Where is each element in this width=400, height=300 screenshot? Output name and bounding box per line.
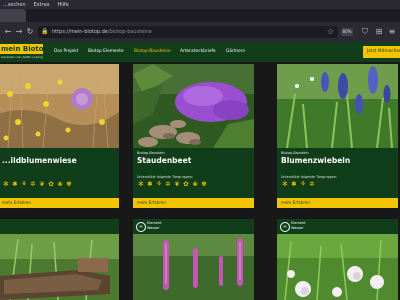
card-element-wasser-2[interactable]: ≈ Element Wasser [277, 219, 398, 300]
menu-icon[interactable]: ≡ [387, 27, 397, 37]
caterpillar-icon: ❀ [57, 180, 63, 188]
site-tagline: Gestalten des NABU Leipzig [1, 55, 43, 59]
bug-icon: ✱ [147, 180, 153, 188]
card-category: Biotop-Baustein [137, 151, 165, 155]
menu-item-help[interactable]: Hilfe [57, 2, 68, 8]
more-link[interactable]: mehr Erfahren [277, 198, 398, 208]
card-photo-meadow [0, 64, 119, 148]
nav-gaertnern[interactable]: Gärtnern [226, 48, 245, 56]
caterpillar-icon: ❀ [192, 180, 198, 188]
bee-icon: ✻ [282, 180, 288, 188]
menu-item-extras[interactable]: Extras [34, 2, 50, 8]
card-header: ≈ Element Wasser [133, 219, 254, 234]
menu-item-view[interactable]: ...sechen [3, 2, 26, 8]
navigation-toolbar: ← → ↻ 🔒 https://mein-biotop.de/biotop-ba… [0, 22, 400, 43]
beetle-icon: ✲ [30, 180, 36, 188]
hedgehog-icon: ✿ [48, 180, 54, 188]
card-wildblumenwiese[interactable]: ...ildblumenwiese ✻ ✱ ⚘ ✲ ❦ ✿ ❀ ✾ mehr Erfah… [0, 64, 119, 208]
bug-icon: ✱ [12, 180, 18, 188]
card-photo-perennial-bed [133, 64, 254, 148]
card-photo-pond [0, 234, 119, 300]
species-icons: ✻ ✱ ⚘ ✲ ❦ ✿ ❀ ✾ [137, 180, 208, 189]
card-subtitle: Unterstützt folgende Tiergruppen: [137, 175, 194, 179]
beetle-icon: ✲ [165, 180, 171, 188]
url-text[interactable]: https://mein-biotop.de/biotop-bausteine [52, 26, 152, 38]
bee-icon: ✻ [138, 180, 144, 188]
nav-artensteckbriefe[interactable]: Artensteckbriefe [180, 48, 216, 56]
more-link[interactable]: mehr Erfahren [133, 198, 254, 208]
card-element-wasser-1[interactable]: ≈ Element Wasser [133, 219, 254, 300]
water-drop-icon: ≈ [280, 222, 290, 232]
url-bar[interactable]: 🔒 https://mein-biotop.de/biotop-baustein… [38, 26, 338, 38]
snail-icon: ✾ [66, 180, 72, 188]
tab-strip [0, 9, 400, 22]
site-header: mein Biotop Gestalten des NABU Leipzig D… [0, 42, 400, 62]
card-category: Biotop-Baustein [281, 151, 309, 155]
card-title: ...ildblumenwiese [2, 156, 77, 165]
card-row2-1[interactable] [0, 219, 119, 300]
card-subtitle: Unterstützt folgende Tiergruppen: [281, 175, 338, 179]
butterfly-icon: ⚘ [156, 180, 162, 188]
join-button[interactable]: Jetzt Mitmachen [363, 46, 400, 58]
tab-active[interactable] [0, 9, 26, 22]
card-blumenzwiebeln[interactable]: Biotop-Baustein Blumenzwiebeln Unterstüt… [277, 64, 398, 208]
zoom-level[interactable]: 80% [341, 28, 353, 36]
shield-icon[interactable]: ⛉ [360, 27, 370, 37]
card-photo-wild-garlic [277, 234, 398, 300]
card-header: ≈ Element Wasser [277, 219, 398, 234]
lock-icon: 🔒 [41, 28, 49, 35]
beetle-icon: ✲ [309, 180, 315, 188]
badge-label: Element Wasser [291, 221, 306, 230]
bug-icon: ✱ [291, 180, 297, 188]
species-icons: ✻ ✱ ⚘ ✲ [281, 180, 316, 189]
more-link[interactable]: mehr Erfahren [0, 198, 119, 208]
butterfly-icon: ⚘ [21, 180, 27, 188]
menu-bar: ...sechen Extras Hilfe [0, 0, 400, 9]
snail-icon: ✾ [201, 180, 207, 188]
card-photo-loosestrife [133, 234, 254, 300]
bookmark-star-icon[interactable]: ☆ [327, 27, 334, 37]
extensions-icon[interactable]: ⊞ [374, 27, 384, 37]
nav-das-projekt[interactable]: Das Projekt [54, 48, 78, 56]
content-grid: ...ildblumenwiese ✻ ✱ ⚘ ✲ ❦ ✿ ❀ ✾ mehr Erfah… [0, 62, 400, 300]
nav-biotop-bausteine[interactable]: Biotop-Bausteine [134, 48, 171, 56]
bird-icon: ❦ [39, 180, 45, 188]
bee-icon: ✻ [3, 180, 9, 188]
bird-icon: ❦ [174, 180, 180, 188]
butterfly-icon: ⚘ [300, 180, 306, 188]
water-drop-icon: ≈ [136, 222, 146, 232]
card-photo-bulbs [277, 64, 398, 148]
card-staudenbeet[interactable]: Biotop-Baustein Staudenbeet Unterstützt … [133, 64, 254, 208]
reload-icon[interactable]: ↻ [25, 27, 35, 37]
site-logo[interactable]: mein Biotop [0, 44, 43, 54]
card-header [0, 219, 119, 234]
browser-window: { "browser": { "menu": ["...sechen", "Ex… [0, 0, 400, 300]
hedgehog-icon: ✿ [183, 180, 189, 188]
nav-biotop-elemente[interactable]: Biotop Elemente [88, 48, 124, 56]
species-icons: ✻ ✱ ⚘ ✲ ❦ ✿ ❀ ✾ [2, 180, 73, 189]
card-title: Blumenzwiebeln [281, 156, 351, 165]
back-icon[interactable]: ← [3, 27, 13, 37]
badge-label: Element Wasser [147, 221, 162, 230]
forward-icon[interactable]: → [14, 27, 24, 37]
card-title: Staudenbeet [137, 156, 192, 165]
